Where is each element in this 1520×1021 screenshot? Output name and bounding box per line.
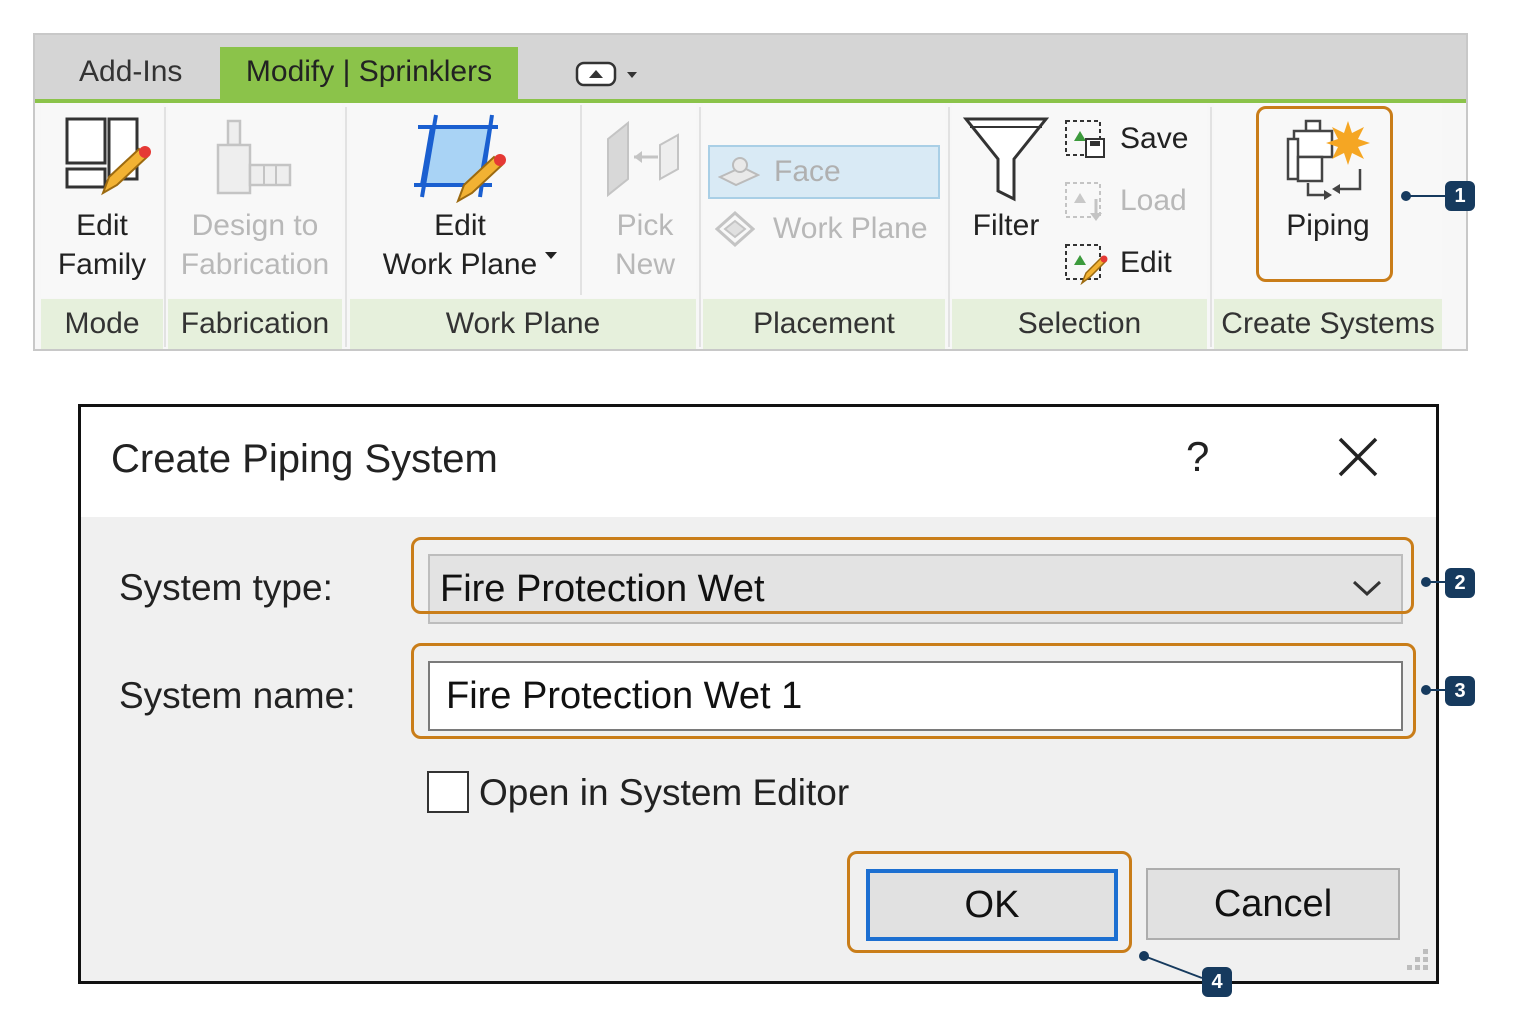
panel-selection: Filter Save Load Edit Selection: [952, 103, 1207, 351]
panel-fabrication: Design to Fabrication Fabrication: [168, 103, 342, 351]
tab-add-ins[interactable]: Add-Ins: [57, 47, 204, 100]
work-plane-placement-label: Work Plane: [773, 212, 928, 245]
dropdown-arrow-icon[interactable]: [545, 247, 557, 265]
edit-work-plane-icon: [414, 113, 510, 208]
open-in-system-editor-label[interactable]: Open in System Editor: [479, 772, 849, 814]
face-placement-button[interactable]: Face: [708, 145, 940, 199]
work-plane-placement-icon: [714, 210, 756, 258]
panel-placement: Face Work Plane Placement: [703, 103, 945, 351]
highlight-piping-button: [1256, 106, 1393, 282]
panel-label-work-plane: Work Plane: [350, 299, 696, 349]
load-selection-icon: [1064, 181, 1108, 234]
highlight-ok-button: [847, 851, 1132, 953]
edit-family-button[interactable]: Edit Family: [41, 206, 163, 284]
panel-label-create-systems: Create Systems: [1214, 299, 1442, 349]
panel-label-placement: Placement: [703, 299, 945, 349]
panel-separator: [948, 107, 950, 347]
edit-work-plane-label-line2: Work Plane: [382, 248, 538, 281]
panel-toggle-icon[interactable]: [575, 59, 645, 94]
resize-grip-icon[interactable]: [1403, 945, 1433, 975]
load-selection-label: Load: [1120, 184, 1187, 217]
panel-label-selection: Selection: [952, 299, 1207, 349]
edit-work-plane-button[interactable]: Edit Work Plane: [370, 206, 550, 284]
group-separator: [580, 105, 582, 295]
callout-badge-2: 2: [1445, 568, 1475, 598]
edit-selection-label: Edit: [1120, 246, 1172, 279]
panel-separator: [345, 107, 347, 347]
panel-work-plane: Edit Work Plane Pick New Work Plane: [350, 103, 696, 351]
highlight-system-name: [411, 643, 1416, 739]
face-placement-icon: [717, 155, 761, 205]
callout-leader-line: [1139, 951, 1203, 979]
callout-badge-1: 1: [1445, 181, 1475, 211]
edit-family-label-line1: Edit: [76, 209, 128, 242]
panel-separator: [164, 107, 166, 347]
edit-selection-icon: [1064, 243, 1108, 296]
face-placement-label: Face: [774, 155, 841, 188]
design-to-fabrication-label-line1: Design to: [191, 209, 319, 242]
edit-family-label-line2: Family: [57, 248, 147, 281]
close-icon: [1338, 437, 1378, 477]
tab-modify-sprinklers[interactable]: Modify | Sprinklers: [220, 47, 518, 100]
help-button[interactable]: ?: [1186, 433, 1209, 481]
callout-badge-3: 3: [1445, 676, 1475, 706]
dialog-title: Create Piping System: [111, 437, 498, 481]
pick-new-label-line1: Pick: [616, 209, 674, 242]
dialog-title-bar: Create Piping System ?: [81, 407, 1436, 517]
design-to-fabrication-icon: [214, 117, 296, 202]
panel-separator: [699, 107, 701, 347]
filter-label: Filter: [972, 209, 1040, 242]
pick-new-button[interactable]: Pick New: [585, 206, 705, 284]
pick-new-icon: [604, 117, 688, 204]
close-button[interactable]: [1336, 435, 1380, 479]
filter-button[interactable]: Filter: [952, 206, 1060, 245]
panel-label-mode: Mode: [41, 299, 163, 349]
design-to-fabrication-button[interactable]: Design to Fabrication: [168, 206, 342, 284]
ribbon-tab-bar: Add-Ins Modify | Sprinklers: [35, 35, 1466, 100]
callout-badge-4: 4: [1202, 967, 1232, 997]
callout-leader-line: [1401, 191, 1448, 201]
pick-new-label-line2: New: [614, 248, 675, 281]
save-selection-icon: [1064, 119, 1108, 172]
open-in-system-editor-checkbox[interactable]: [427, 771, 469, 813]
panel-separator: [1210, 107, 1212, 347]
system-type-label: System type:: [119, 567, 333, 608]
system-name-label: System name:: [119, 675, 356, 716]
panel-mode: Edit Family Mode: [41, 103, 163, 351]
save-selection-label: Save: [1120, 122, 1189, 155]
filter-icon: [962, 113, 1050, 210]
edit-work-plane-label-line1: Edit: [434, 209, 486, 242]
panel-label-fabrication: Fabrication: [168, 299, 342, 349]
highlight-system-type: [411, 537, 1414, 614]
edit-family-icon: [63, 115, 155, 204]
design-to-fabrication-label-line2: Fabrication: [180, 248, 330, 281]
ribbon: Add-Ins Modify | Sprinklers Edit Family: [33, 33, 1468, 351]
cancel-button[interactable]: Cancel: [1146, 868, 1400, 940]
